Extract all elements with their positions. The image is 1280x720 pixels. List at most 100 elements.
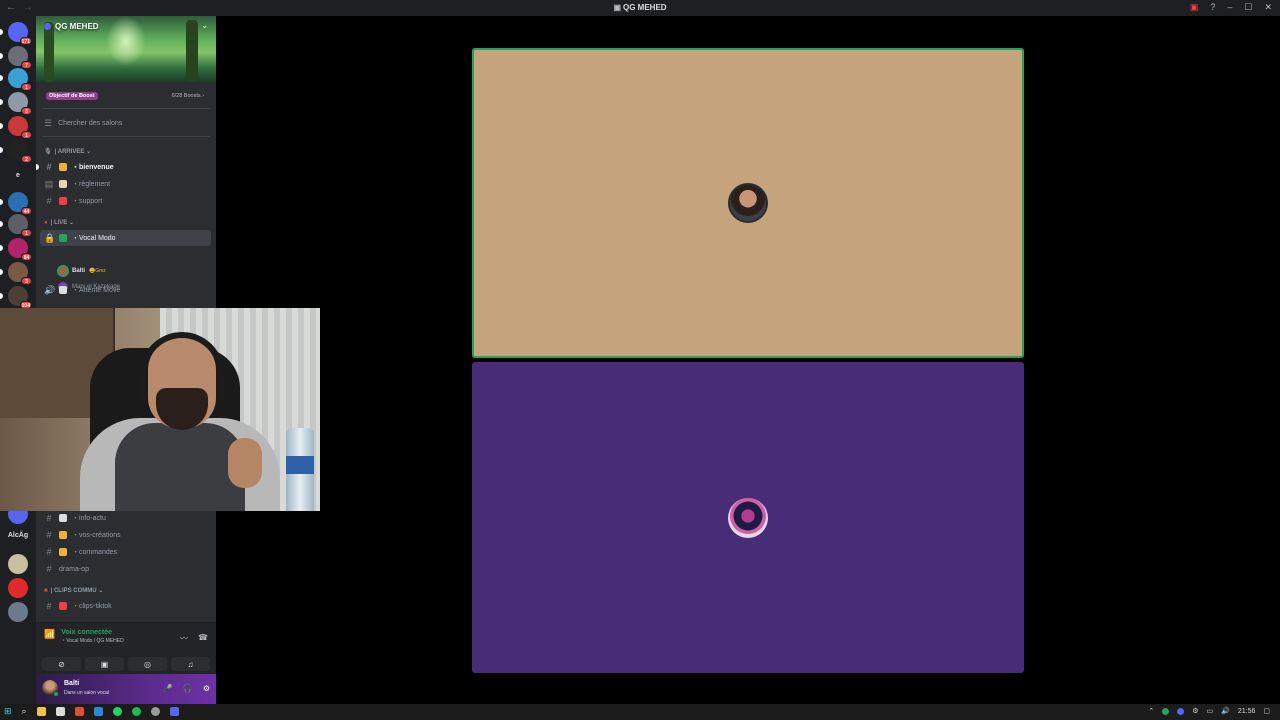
window-title-text: QG MEHED	[623, 3, 667, 12]
activities-button[interactable]: ◎	[128, 657, 167, 671]
user-name[interactable]: Balti	[64, 680, 79, 687]
server-icon[interactable]: 7	[8, 46, 32, 69]
voice-channel-label[interactable]: ・Vocal Modo / QG MEHED	[61, 637, 124, 644]
notification-badge: 3	[21, 277, 32, 285]
voice-user-name: Balti	[72, 268, 86, 274]
server-icon[interactable]	[8, 578, 28, 598]
chevron-up-icon[interactable]: ⌃	[1148, 707, 1154, 715]
inbox-icon[interactable]: ▣	[1190, 2, 1199, 13]
disconnect-icon[interactable]: ☎	[198, 633, 208, 644]
category-label: | ARRIVEE ⌄	[54, 149, 92, 155]
headphones-icon[interactable]: 🎧	[183, 684, 193, 693]
discord-home-icon[interactable]: 171	[8, 22, 32, 45]
unread-pill	[0, 53, 3, 59]
server-7[interactable]: e	[4, 172, 32, 179]
taskbar: ⊞ ⌕ ⌃ ⚙ ▭ 🔊 21:56 ▢	[0, 704, 1280, 720]
windows-start-icon[interactable]: ⊞	[4, 706, 12, 717]
server-icon[interactable]: 2	[8, 140, 32, 163]
server-icon: ▣	[613, 3, 621, 12]
network-icon[interactable]: ▭	[1207, 707, 1214, 715]
category-clips-commu[interactable]: ■ | CLIPS COMMU ⌄	[44, 587, 103, 595]
channel-support[interactable]: # ・support	[40, 193, 211, 209]
search-icon[interactable]: ⌕	[22, 706, 27, 717]
unread-pill	[0, 199, 3, 205]
voice-user-tag: 😀Gmz	[89, 268, 106, 274]
server-icon[interactable]: 104	[8, 286, 32, 309]
server-icon[interactable]: 84	[8, 238, 32, 261]
spotify-icon[interactable]	[131, 707, 141, 716]
channel-label: ・support	[72, 198, 103, 205]
boost-goal-label: Objectif de Boost	[46, 92, 98, 100]
brave-icon[interactable]	[74, 707, 84, 716]
emoji-icon	[59, 602, 67, 610]
tray-discord-icon[interactable]	[1177, 707, 1185, 715]
browser-icon[interactable]	[93, 707, 103, 716]
tray-app-icon[interactable]	[1162, 707, 1170, 715]
server-icon[interactable]	[8, 554, 28, 574]
screen-share-button[interactable]: ▣	[85, 657, 124, 671]
microphone-icon[interactable]: 🎤	[163, 684, 173, 693]
maximize-button[interactable]: ☐	[1244, 2, 1252, 13]
whatsapp-icon[interactable]	[112, 707, 122, 716]
channel-drama-op[interactable]: # drama-op	[40, 561, 211, 577]
channel-info-actu[interactable]: # ・info-actu	[40, 510, 211, 526]
channel-vos-creations[interactable]: # ・vos-créations	[40, 527, 211, 543]
help-icon[interactable]: ?	[1210, 2, 1215, 13]
video-tile-marv[interactable]	[472, 362, 1024, 673]
notification-badge: 1	[21, 83, 32, 91]
emoji-icon	[59, 286, 67, 294]
notification-icon[interactable]: ▢	[1263, 707, 1270, 715]
boost-goal-bar[interactable]: Objectif de Boost 6/28 Boosts ›	[42, 90, 208, 102]
category-arrivee[interactable]: 🎙 | ARRIVEE ⌄	[44, 148, 91, 155]
hash-icon: #	[46, 601, 52, 611]
channel-search[interactable]: ☰ Chercher des salons	[44, 118, 122, 129]
gear-icon[interactable]: ⚙	[203, 684, 210, 693]
server-name[interactable]: QG MEHED	[44, 22, 99, 31]
server-banner[interactable]: QG MEHED ⌄	[36, 16, 216, 82]
avatar	[728, 183, 768, 223]
channel-bienvenue[interactable]: # ・bienvenue	[36, 159, 211, 175]
channel-clips-tiktok[interactable]: # ・clips-tiktok	[40, 598, 211, 614]
obs-icon[interactable]	[150, 707, 160, 716]
camera-button[interactable]: ⊘	[42, 657, 81, 671]
minimize-button[interactable]: –	[1227, 2, 1232, 13]
volume-icon[interactable]: 🔊	[1221, 707, 1230, 715]
server-icon[interactable]: 1	[8, 68, 32, 91]
emoji-icon	[59, 234, 67, 242]
list-icon: ☰	[44, 118, 53, 128]
server-icon[interactable]: 3	[8, 92, 32, 115]
close-button[interactable]: ✕	[1264, 2, 1272, 13]
channel-commandes[interactable]: # ・commandes	[40, 544, 211, 560]
clock[interactable]: 21:56	[1238, 708, 1256, 715]
server-icon[interactable]: 1	[8, 214, 32, 237]
voice-user-balti[interactable]: Balti 😀Gmz	[58, 264, 106, 278]
channel-vocal-modo[interactable]: 🔒 ・Vocal Modo	[40, 230, 211, 246]
chevron-down-icon[interactable]: ⌄	[201, 21, 208, 30]
category-live[interactable]: ● | LIVE ⌄	[44, 219, 74, 227]
server-icon[interactable]: 3	[8, 262, 32, 285]
channel-attente-move[interactable]: 🔊 ・Attente Move	[40, 282, 211, 298]
unread-pill	[0, 99, 3, 105]
unread-pill	[0, 147, 3, 153]
emoji-icon	[59, 197, 67, 205]
avatar[interactable]	[42, 680, 59, 697]
notification-badge: 171	[19, 37, 32, 45]
server-14[interactable]: AlcÄg	[4, 532, 32, 539]
tray-icon[interactable]: ⚙	[1192, 707, 1198, 715]
emoji-icon	[59, 548, 67, 556]
server-badge-icon	[44, 23, 51, 30]
discord-icon[interactable]	[169, 707, 179, 716]
server-icon[interactable]	[8, 602, 28, 622]
server-icon[interactable]: 1	[8, 116, 32, 139]
channel-label: ・règlement	[72, 181, 111, 188]
soundboard-button[interactable]: ♫	[171, 657, 210, 671]
server-icon[interactable]: 44	[8, 192, 32, 215]
notification-badge: 1	[21, 229, 32, 237]
file-explorer-icon[interactable]	[36, 707, 46, 716]
emoji-icon	[59, 514, 67, 522]
app-icon[interactable]	[55, 707, 65, 716]
voice-status[interactable]: 📶 Voix connectée ・Vocal Modo / QG MEHED	[44, 629, 124, 644]
noise-suppression-icon[interactable]: 〰	[180, 633, 188, 644]
channel-reglement[interactable]: ▤ ・règlement	[40, 176, 211, 192]
video-tile-balti[interactable]	[472, 48, 1024, 358]
